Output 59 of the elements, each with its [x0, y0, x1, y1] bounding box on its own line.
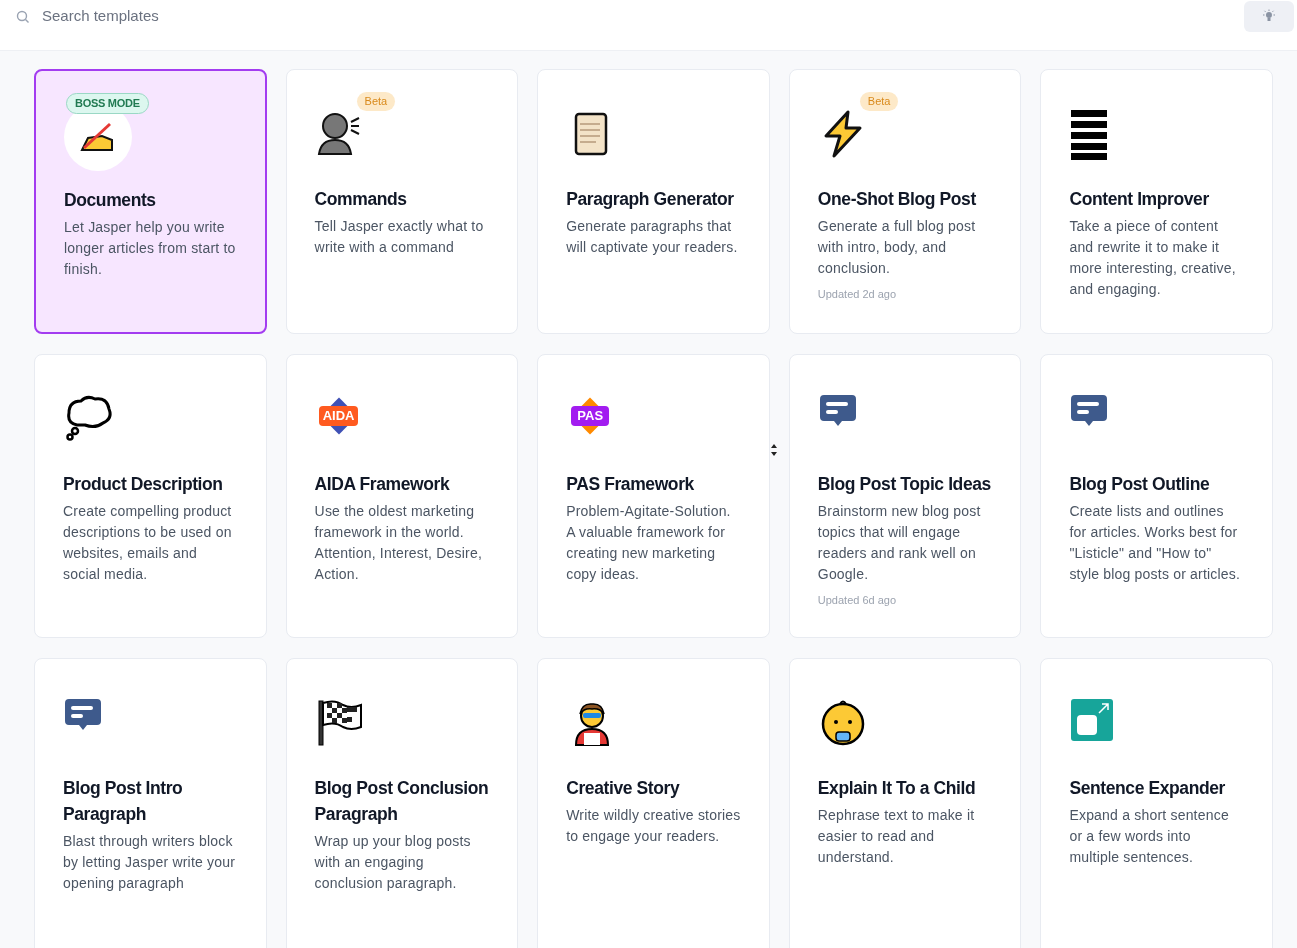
template-title: Blog Post Conclusion Paragraph — [314, 777, 490, 826]
template-card[interactable]: Paragraph Generator Generate paragraphs that will captivate your readers. — [537, 69, 770, 334]
template-description: Brainstorm new blog post topics that will engage readers and rank well on Google. — [817, 502, 982, 584]
template-card[interactable]: Product Description Create compelling product descriptions to be used on websites, emails and social media. — [34, 354, 267, 638]
beta-badge: Beta — [356, 92, 396, 111]
beta-badge: Beta — [859, 92, 899, 111]
template-card[interactable]: Explain It To a Child Rephrase text to make it easier to read and understand. — [788, 658, 1022, 948]
template-card[interactable]: Blog Post Topic Ideas Brainstorm new blog post topics that will engage readers and rank well on Google. Updated 6d ago — [788, 354, 1022, 638]
template-title: Paragraph Generator — [566, 188, 735, 211]
template-title: One-Shot Blog Post — [817, 188, 977, 211]
template-title: Product Description — [63, 473, 224, 496]
search-icon — [16, 10, 30, 24]
template-description: Expand a short sentence or a few words into multiple sentences. — [1069, 806, 1230, 867]
speaking-head-icon — [316, 110, 361, 156]
template-title: Creative Story — [566, 777, 681, 800]
template-description: Wrap up your blog posts with an engaging conclusion paragraph. — [314, 832, 472, 893]
boss-mode-badge: BOSS MODE — [66, 93, 149, 114]
template-card[interactable]: Blog Post Conclusion Paragraph Wrap up your blog posts with an engaging conclusion paragraph. — [285, 658, 519, 948]
updated-time: Updated 2d ago — [817, 287, 898, 302]
template-description: Blast through writers block by letting Jasper write your opening paragraph — [63, 832, 237, 893]
template-card[interactable]: Blog Post Outline Create lists and outlines for articles. Works best for "Listicle" and "How to" style blog posts or articles. — [1040, 354, 1273, 638]
template-card[interactable]: Creative Story Write wildly creative stories to engage your readers. — [537, 658, 770, 948]
template-description: Generate a full blog post with intro, body, and conclusion. — [817, 217, 977, 278]
template-description: Rephrase text to make it easier to read and understand. — [817, 806, 976, 867]
template-description: Let Jasper help you write longer articles from start to finish. — [64, 218, 237, 279]
template-title: Content Improver — [1069, 188, 1210, 211]
template-description: Create lists and outlines for articles. Works best for "Listicle" and "How to" style blog posts or articles. — [1069, 502, 1242, 584]
template-card[interactable]: Sentence Expander Expand a short sentence or a few words into multiple sentences. — [1040, 658, 1273, 948]
template-description: Problem-Agitate-Solution. A valuable framework for creating new marketing copy ideas. — [566, 502, 732, 584]
template-description: Tell Jasper exactly what to write with a command — [314, 217, 485, 257]
lightbulb-icon — [1262, 9, 1276, 23]
template-card[interactable]: BOSS MODE Documents Let Jasper help you write longer articles from start to finish. — [34, 69, 267, 334]
search-field[interactable]: Search templates — [42, 4, 600, 28]
baby-face-icon — [819, 699, 866, 747]
template-description: Take a piece of content and rewrite it to make it more interesting, creative, and engaging. — [1069, 217, 1237, 299]
checkered-flag-icon — [316, 699, 363, 747]
template-title: AIDA Framework — [314, 473, 451, 496]
template-title: Blog Post Intro Paragraph — [63, 777, 184, 826]
template-title: PAS Framework — [566, 473, 695, 496]
template-description: Generate paragraphs that will captivate your readers. — [566, 217, 739, 257]
theme-toggle-button[interactable] — [1244, 0, 1294, 32]
template-card[interactable]: Content Improver Take a piece of content and rewrite it to make it more interesting, creative, and engaging. — [1040, 69, 1273, 334]
template-description: Write wildly creative stories to engage your readers. — [566, 806, 741, 846]
template-title: Commands — [314, 188, 408, 211]
template-title: Explain It To a Child — [817, 777, 977, 800]
template-card[interactable]: Beta One-Shot Blog Post Generate a full blog post with intro, body, and conclusion. Updated 2d ago — [788, 69, 1022, 334]
template-card[interactable]: PAS PAS Framework Problem-Agitate-Solution. A valuable framework for creating new marketing copy ideas. — [537, 354, 770, 638]
template-card[interactable]: Blog Post Intro Paragraph Blast through writers block by letting Jasper write your opening paragraph — [34, 658, 267, 948]
template-title: Blog Post Topic Ideas — [817, 473, 992, 496]
template-description: Create compelling product descriptions to be used on websites, emails and social media. — [63, 502, 233, 584]
template-description: Use the oldest marketing framework in the world. Attention, Interest, Desire, Action. — [314, 502, 484, 584]
updated-time: Updated 6d ago — [817, 593, 898, 608]
thought-bubble-icon — [65, 395, 113, 441]
template-card[interactable]: Beta Commands Tell Jasper exactly what to write with a command — [285, 69, 519, 334]
stacked-bars-icon — [1071, 110, 1108, 160]
template-card[interactable]: AIDA AIDA Framework Use the oldest marketing framework in the world. Attention, Interest, Desire, Action. — [285, 354, 519, 638]
template-title: Sentence Expander — [1069, 777, 1226, 800]
template-title: Documents — [64, 189, 157, 212]
template-title: Blog Post Outline — [1069, 473, 1211, 496]
